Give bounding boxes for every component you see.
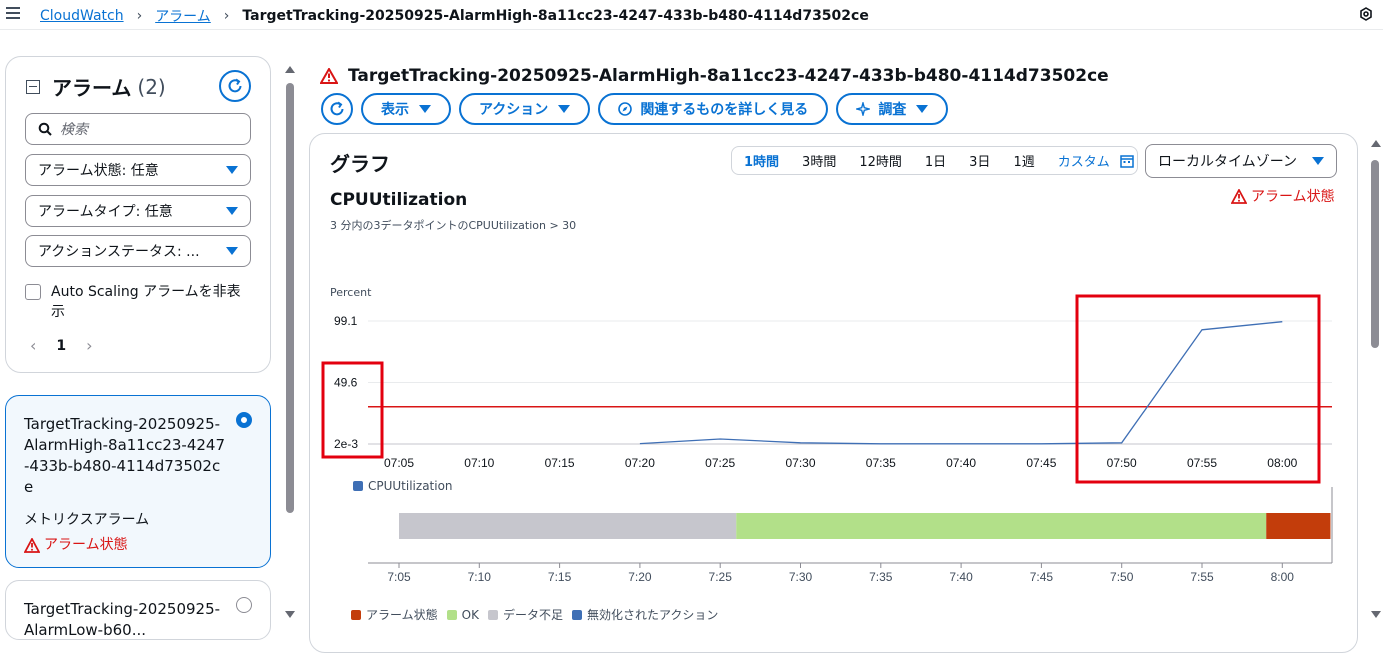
x-tick-label: 08:00 <box>1267 456 1297 470</box>
state-segment <box>1266 513 1331 539</box>
timeline-tick-label: 7:05 <box>387 570 411 584</box>
legend-label: 無効化されたアクション <box>586 608 719 622</box>
legend-swatch <box>571 609 582 620</box>
legend-label: OK <box>461 607 479 622</box>
legend-swatch <box>487 609 498 620</box>
state-legend-item: アラーム状態 <box>351 606 438 623</box>
y-tick-label: 99.1 <box>334 314 358 328</box>
state-legend-item: OK <box>446 607 479 622</box>
x-tick-label: 07:55 <box>1187 456 1217 470</box>
state-legend-item: 無効化されたアクション <box>571 606 719 623</box>
legend-label: アラーム状態 <box>366 608 438 622</box>
timeline-tick-label: 7:15 <box>548 570 572 584</box>
legend-swatch <box>446 609 457 620</box>
timeline-tick-label: 7:20 <box>628 570 652 584</box>
legend-label: データ不足 <box>502 608 563 622</box>
x-tick-label: 07:05 <box>384 456 414 470</box>
timeline-tick-label: 7:10 <box>468 570 492 584</box>
timeline-tick-label: 7:55 <box>1190 570 1214 584</box>
chart-legend: CPUUtilization <box>353 479 453 493</box>
timeline-tick-label: 7:45 <box>1030 570 1054 584</box>
y-tick-label: 49.6 <box>334 376 358 390</box>
state-segment <box>736 513 1267 539</box>
state-legend-item: データ不足 <box>487 606 563 623</box>
x-tick-label: 07:50 <box>1107 456 1137 470</box>
right-scrollbar[interactable] <box>1371 160 1379 348</box>
x-tick-label: 07:30 <box>785 456 815 470</box>
annotation-box-spike <box>1075 294 1321 484</box>
legend-swatch <box>353 481 363 491</box>
timeline-tick-label: 8:00 <box>1271 570 1295 584</box>
x-tick-label: 07:40 <box>946 456 976 470</box>
x-tick-label: 07:15 <box>545 456 575 470</box>
timeline-tick-label: 7:35 <box>869 570 893 584</box>
x-tick-label: 07:35 <box>866 456 896 470</box>
timeline-tick-label: 7:30 <box>789 570 813 584</box>
x-tick-label: 07:25 <box>705 456 735 470</box>
y-tick-label: 2e-3 <box>334 437 358 451</box>
x-tick-label: 07:10 <box>464 456 494 470</box>
scroll-down-icon[interactable] <box>1371 611 1381 618</box>
scroll-up-icon[interactable] <box>1371 140 1381 147</box>
x-tick-label: 07:45 <box>1026 456 1056 470</box>
x-tick-label: 07:20 <box>625 456 655 470</box>
state-legend: アラーム状態 OK データ不足 無効化されたアクション <box>351 606 727 623</box>
state-segment <box>399 513 737 539</box>
timeline-tick-label: 7:50 <box>1110 570 1134 584</box>
metric-chart: 99.1 49.6 2e-3 07:05 07:10 07:15 07:20 07:25 07:… <box>321 294 1333 584</box>
legend-swatch <box>351 609 361 620</box>
timeline-tick-label: 7:40 <box>949 570 973 584</box>
timeline-tick-label: 7:25 <box>709 570 733 584</box>
legend-label: CPUUtilization <box>368 479 453 493</box>
